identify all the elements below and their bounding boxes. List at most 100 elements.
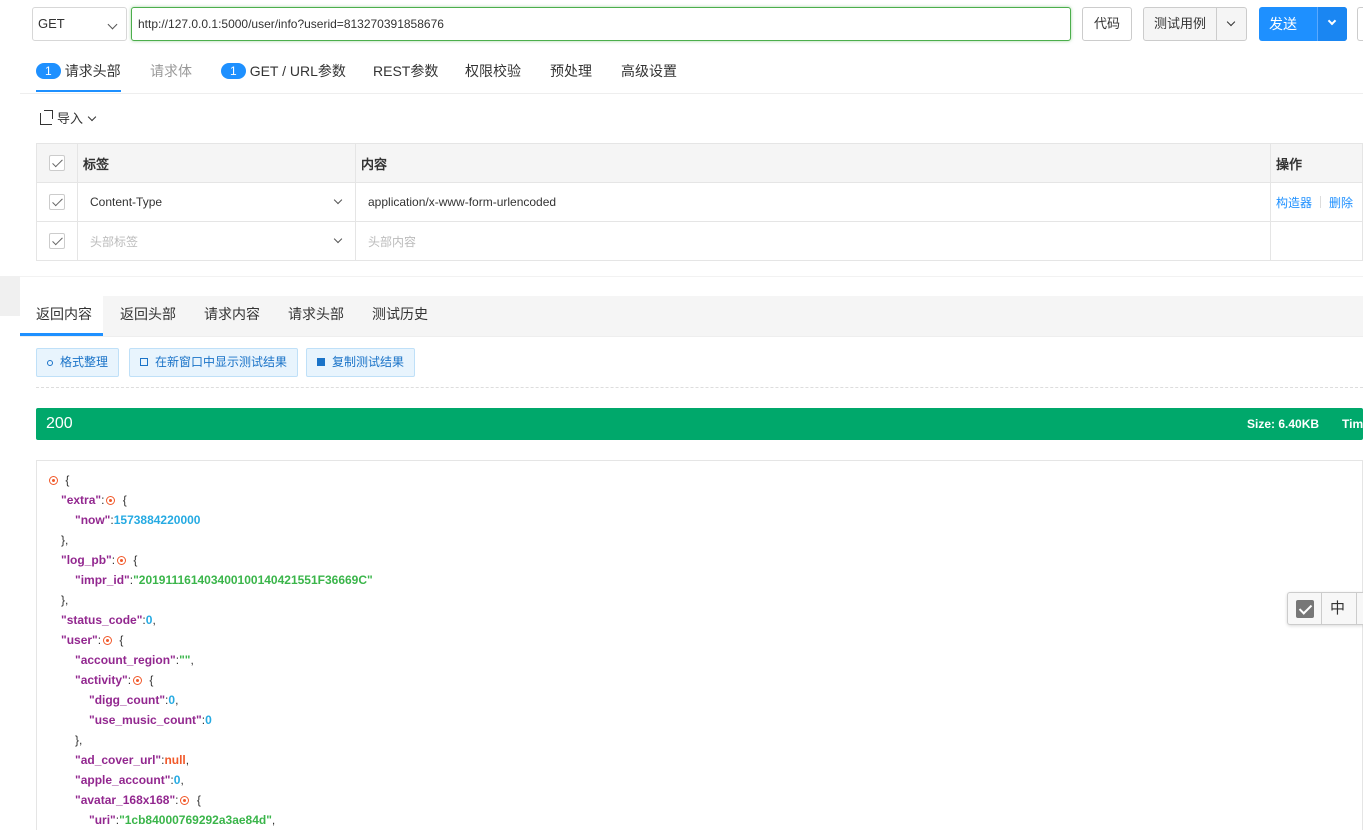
chevron-down-icon (87, 112, 97, 122)
delete-link[interactable]: 删除 (1329, 196, 1353, 210)
collapse-toggle-icon[interactable] (49, 476, 58, 485)
tab-advanced[interactable]: 高级设置 (621, 50, 677, 92)
tab-label: GET / URL参数 (249, 63, 346, 79)
send-dropdown[interactable] (1317, 7, 1347, 41)
tab-response-headers[interactable]: 返回头部 (120, 296, 176, 336)
json-value: "201911161403400100140421551F36669C" (133, 573, 373, 587)
import-button[interactable]: 导入 (40, 108, 97, 127)
json-value: 0 (205, 713, 212, 727)
header-content-field[interactable]: application/x-www-form-urlencoded (355, 182, 1271, 222)
floating-toolbar: 中 (1287, 592, 1363, 625)
json-key: "digg_count" (89, 693, 166, 707)
builder-link[interactable]: 构造器 (1276, 196, 1312, 210)
copy-result-label: 复制测试结果 (332, 355, 405, 369)
json-value: 1573884220000 (113, 513, 201, 527)
json-value: "1cb84000769292a3ae84d" (119, 813, 272, 827)
select-all-cell (36, 143, 78, 183)
tab-label: REST参数 (373, 63, 439, 79)
json-viewer: { "extra": { "now":1573884220000 }, "log… (36, 460, 1363, 830)
collapse-toggle-icon[interactable] (117, 556, 127, 565)
divider (1356, 593, 1357, 625)
json-line: }, (61, 533, 69, 547)
left-sidebar-edge (0, 0, 20, 830)
header-label-placeholder: 头部标签 (90, 234, 139, 249)
open-new-window-button[interactable]: 在新窗口中显示测试结果 (129, 348, 299, 377)
open-new-window-label: 在新窗口中显示测试结果 (155, 355, 288, 369)
header-label-value: Content-Type (90, 195, 163, 209)
json-value: null (164, 753, 186, 767)
table-header-row: 标签 内容 操作 (36, 143, 1363, 183)
json-key: "uri" (89, 813, 116, 827)
select-all-checkbox[interactable] (49, 155, 65, 172)
chevron-down-icon (333, 234, 343, 244)
api-tester-app: GET 代码 测试用例 发送 1请求头部 请求体 1GET / URL参数 RE… (20, 0, 1363, 830)
response-time: Time (1342, 417, 1363, 431)
json-line: "digg_count":0, (89, 693, 179, 707)
json-line: "extra": { (61, 493, 127, 507)
tab-request-headers[interactable]: 1 请求头部 (36, 50, 121, 92)
send-button[interactable]: 发送 (1259, 7, 1347, 41)
json-line: "use_music_count":0 (89, 713, 212, 727)
tab-auth[interactable]: 权限校验 (465, 50, 521, 92)
tab-request-headers-resp[interactable]: 请求头部 (288, 296, 344, 336)
header-label-select[interactable]: Content-Type (77, 182, 356, 222)
json-line: "log_pb": { (61, 553, 138, 567)
tab-test-history[interactable]: 测试历史 (372, 296, 428, 336)
wrench-icon (47, 360, 53, 366)
row-checkbox[interactable] (49, 194, 65, 210)
json-line: "ad_cover_url":null, (75, 753, 190, 767)
tab-label: 请求头部 (64, 63, 121, 79)
chevron-down-icon (107, 19, 118, 30)
column-content: 内容 (355, 143, 1271, 183)
import-icon (40, 110, 53, 125)
collapse-toggle-icon[interactable] (103, 636, 113, 645)
tab-request-content[interactable]: 请求内容 (204, 296, 260, 336)
tab-preprocess[interactable]: 预处理 (550, 50, 592, 92)
format-button[interactable]: 格式整理 (36, 348, 120, 377)
chevron-down-icon (1226, 17, 1236, 27)
url-input[interactable] (131, 7, 1071, 41)
code-button[interactable]: 代码 (1082, 7, 1132, 41)
input-language-toggle[interactable]: 中 (1330, 593, 1345, 625)
more-button[interactable] (1357, 7, 1363, 41)
header-label-select[interactable]: 头部标签 (77, 221, 356, 261)
json-line: "apple_account":0, (75, 773, 184, 787)
tab-response-body[interactable]: 返回内容 (20, 296, 103, 336)
json-value: "" (179, 653, 191, 667)
response-tabs: 返回内容 返回头部 请求内容 请求头部 测试历史 (20, 296, 1363, 337)
tab-url-params[interactable]: 1 GET / URL参数 (221, 50, 346, 92)
column-label: 标签 (77, 143, 356, 183)
json-key: "activity" (75, 673, 128, 687)
json-key: "status_code" (61, 613, 143, 627)
json-line: "account_region":"", (75, 653, 194, 667)
test-case-button[interactable]: 测试用例 (1143, 7, 1247, 41)
json-line: "user": { (61, 633, 124, 647)
header-content-field[interactable]: 头部内容 (355, 221, 1271, 261)
method-select[interactable]: GET (32, 7, 127, 41)
copy-icon (317, 358, 325, 366)
checkmark-icon[interactable] (1296, 600, 1314, 618)
headers-panel: 导入 标签 内容 操作 Content-Type application/x-w… (20, 94, 1363, 276)
json-key: "impr_id" (75, 573, 130, 587)
json-key: "use_music_count" (89, 713, 202, 727)
tab-request-body[interactable]: 请求体 (150, 50, 192, 92)
collapse-toggle-icon[interactable] (106, 496, 116, 505)
collapse-toggle-icon[interactable] (133, 676, 143, 685)
row-checkbox-cell (36, 221, 78, 261)
tab-label: 预处理 (550, 63, 592, 79)
send-label: 发送 (1269, 16, 1297, 32)
divider (1321, 593, 1322, 625)
status-code: 200 (46, 415, 73, 432)
json-line: "impr_id":"201911161403400100140421551F3… (75, 573, 373, 587)
json-line: "avatar_168x168": { (75, 793, 201, 807)
import-label: 导入 (57, 111, 84, 126)
header-content-value: application/x-www-form-urlencoded (368, 195, 557, 209)
tab-rest-params[interactable]: REST参数 (373, 50, 438, 92)
copy-result-button[interactable]: 复制测试结果 (306, 348, 416, 377)
collapse-toggle-icon[interactable] (180, 796, 190, 805)
json-key: "user" (61, 633, 98, 647)
json-key: "extra" (61, 493, 102, 507)
test-case-dropdown[interactable] (1216, 8, 1246, 40)
json-key: "ad_cover_url" (75, 753, 162, 767)
row-checkbox[interactable] (49, 233, 65, 249)
